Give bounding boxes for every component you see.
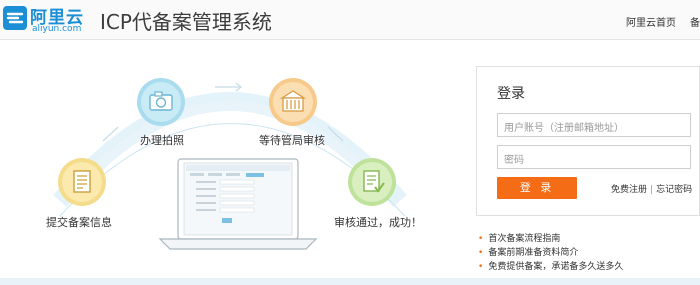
camera-icon (141, 82, 181, 122)
laptop-illustration (158, 158, 318, 250)
password-input[interactable]: 密码 (497, 145, 691, 169)
nav-beian[interactable]: 备案 (690, 18, 700, 29)
aliyun-logo-icon (3, 6, 27, 30)
link-separator: | (650, 185, 654, 195)
step-submit-label: 提交备案信息 (46, 216, 112, 229)
top-nav: 阿里云首页 备案 (626, 14, 700, 29)
process-illustration: 提交备案信息 办理拍照 等待管局审核 审核通过，成功！ (0, 41, 460, 266)
building-icon (273, 82, 313, 122)
document-icon (62, 162, 102, 202)
step-photo-label: 办理拍照 (140, 134, 184, 147)
footer-band (0, 278, 700, 285)
link-first-filing-guide[interactable]: 首次备案流程指南 (478, 232, 623, 246)
username-placeholder: 用户账号（注册邮箱地址） (504, 123, 624, 134)
username-input[interactable]: 用户账号（注册邮箱地址） (497, 113, 691, 137)
app-title: ICP代备案管理系统 (100, 10, 272, 34)
link-free-filing-promise[interactable]: 免费提供备案，承诺备多久送多久 (478, 260, 623, 274)
aliyun-logo[interactable]: 阿里云 aliyun.com (2, 3, 83, 35)
approved-document-icon (352, 162, 392, 202)
process-arc-graphic (53, 82, 407, 250)
step-review-label: 等待管局审核 (259, 134, 325, 147)
help-links: 首次备案流程指南 备案前期准备资料简介 免费提供备案，承诺备多久送多久 (478, 232, 623, 274)
password-placeholder: 密码 (504, 155, 524, 166)
step-review-icon (269, 78, 317, 126)
step-photo-icon (137, 78, 185, 126)
step-approved-icon (348, 158, 396, 206)
step-approved-label: 审核通过，成功！ (334, 216, 422, 229)
nav-aliyun-home[interactable]: 阿里云首页 (626, 18, 676, 29)
login-links: 免费注册 | 忘记密码 (611, 182, 692, 195)
register-link[interactable]: 免费注册 (611, 185, 647, 195)
login-panel: 登录 用户账号（注册邮箱地址） 密码 登 录 免费注册 | 忘记密码 (476, 66, 700, 216)
link-preparation-materials[interactable]: 备案前期准备资料简介 (478, 246, 623, 260)
login-title: 登录 (497, 86, 525, 102)
logo-text-en: aliyun.com (32, 24, 82, 34)
forgot-password-link[interactable]: 忘记密码 (656, 185, 692, 195)
login-button[interactable]: 登 录 (497, 177, 577, 199)
step-submit-icon (58, 158, 106, 206)
top-bar: 阿里云 aliyun.com ICP代备案管理系统 阿里云首页 备案 (0, 0, 700, 40)
